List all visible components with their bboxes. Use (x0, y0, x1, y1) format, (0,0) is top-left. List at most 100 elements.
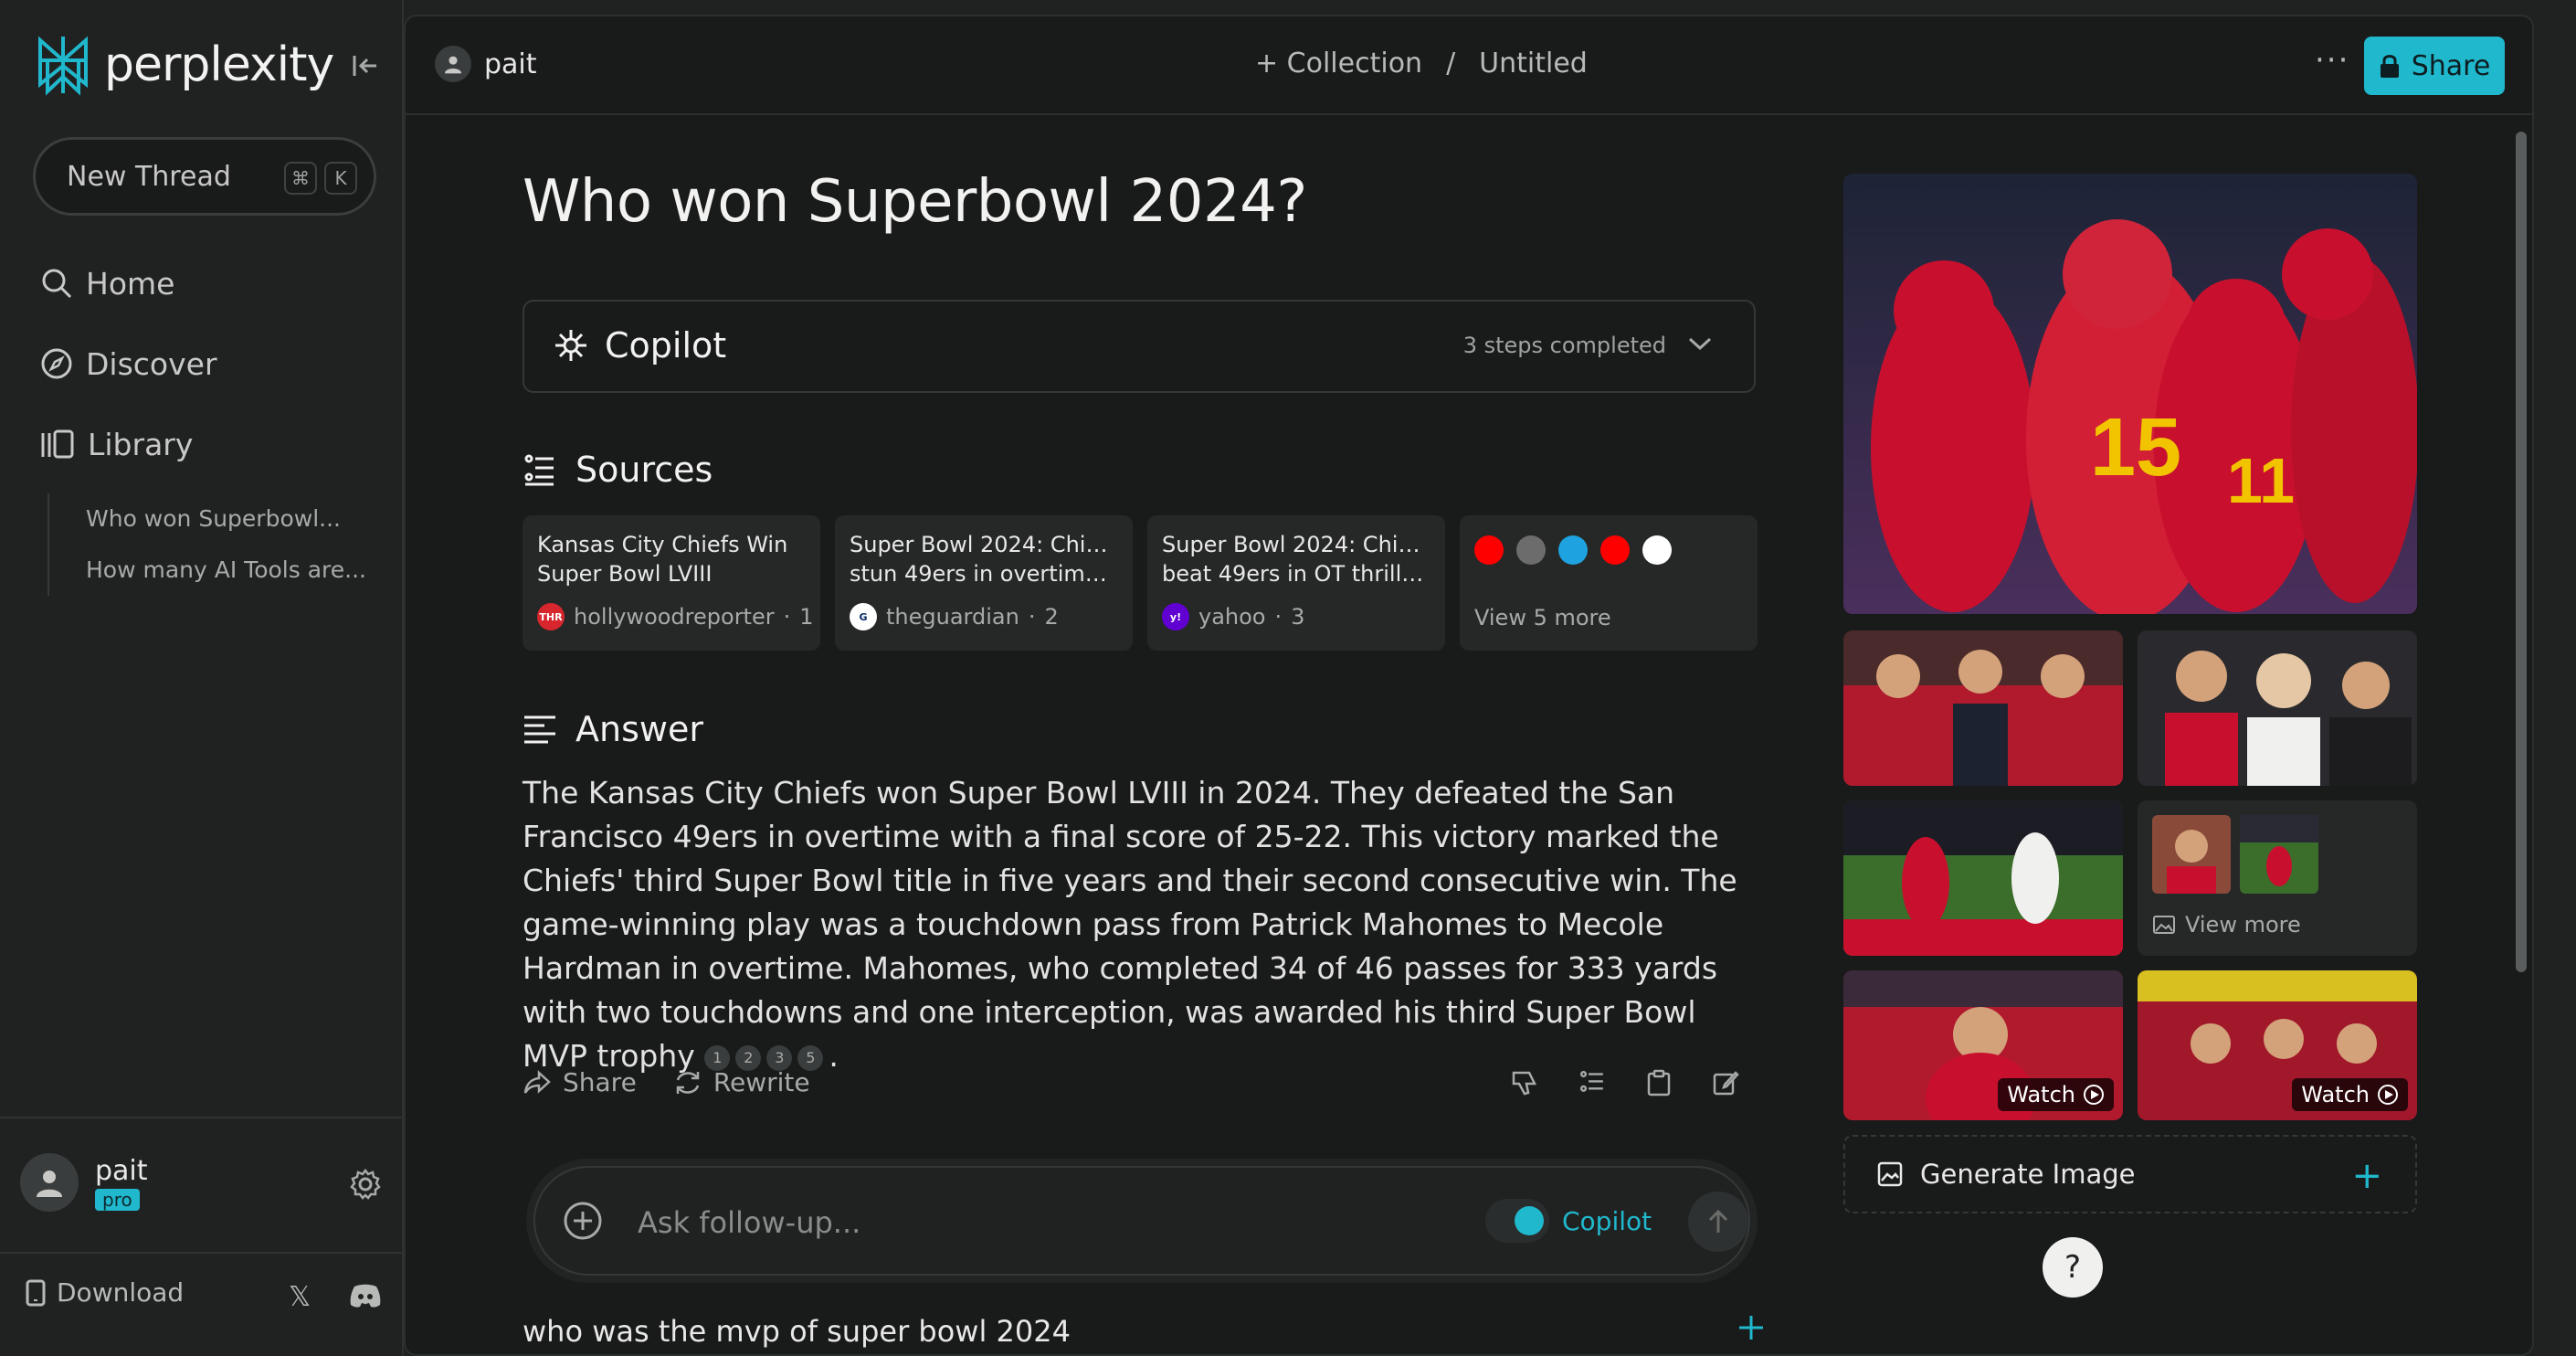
top-bar: pait + Collection / Untitled ··· Share (406, 16, 2532, 115)
copilot-toggle-switch[interactable] (1485, 1199, 1549, 1243)
copilot-panel[interactable]: Copilot 3 steps completed (523, 300, 1756, 393)
new-thread-label: New Thread (67, 160, 231, 193)
followup-input[interactable] (636, 1195, 1458, 1250)
library-icon (41, 429, 74, 459)
add-collection-button[interactable]: + Collection (1255, 48, 1422, 79)
x-twitter-icon[interactable]: 𝕏 (289, 1281, 311, 1313)
source-card[interactable]: Super Bowl 2024: Chiefs beat 49ers in OT… (1147, 515, 1445, 651)
sources-list-icon[interactable] (1578, 1069, 1606, 1096)
source-site: hollywoodreporter (574, 604, 775, 630)
sources-heading-label: Sources (575, 450, 713, 490)
help-button[interactable]: ? (2043, 1237, 2103, 1298)
source-favicon-row (1474, 535, 1743, 565)
phone-icon (26, 1279, 46, 1306)
download-link[interactable]: Download (26, 1277, 184, 1308)
thread-owner[interactable]: pait (435, 46, 537, 82)
share-arrow-icon (523, 1069, 551, 1094)
media-image[interactable] (1843, 630, 2123, 786)
logo-text: perplexity (104, 37, 334, 92)
answer-heading: Answer (523, 709, 703, 749)
field-photo (1843, 800, 2123, 956)
copilot-toggle[interactable]: Copilot (1485, 1199, 1652, 1243)
toggle-knob (1515, 1206, 1544, 1235)
source-favicon-icon (1516, 535, 1546, 565)
sources-icon (524, 454, 554, 486)
source-card[interactable]: Kansas City Chiefs Win Super Bowl LVIII … (523, 515, 820, 651)
sidebar-item-discover[interactable]: Discover (40, 336, 217, 391)
thumbnail-image (2152, 815, 2231, 894)
hollywoodreporter-favicon-icon: THR (537, 603, 565, 630)
compass-icon (41, 348, 72, 379)
discord-icon[interactable] (349, 1283, 382, 1308)
share-answer-label: Share (563, 1067, 637, 1097)
watch-button[interactable]: Watch (1998, 1078, 2114, 1111)
media-image-main[interactable]: 15 11 (1843, 174, 2417, 614)
settings-button[interactable] (349, 1168, 382, 1201)
share-button[interactable]: Share (2364, 37, 2505, 95)
edit-icon[interactable] (1712, 1069, 1739, 1096)
arrow-up-icon (1708, 1209, 1728, 1233)
plus-icon[interactable] (1737, 1314, 1765, 1341)
sidebar-divider (0, 1252, 404, 1254)
pro-badge: pro (95, 1188, 140, 1211)
library-thread-item[interactable]: Who won Superbowl... (86, 493, 366, 545)
question-title: Who won Superbowl 2024? (523, 168, 1307, 236)
clipboard-icon[interactable] (1646, 1069, 1672, 1096)
user-icon (444, 56, 462, 74)
source-card[interactable]: Super Bowl 2024: Chiefs stun 49ers in ov… (835, 515, 1133, 651)
source-title: beat 49ers in OT thriller... (1162, 561, 1431, 587)
main-panel: pait + Collection / Untitled ··· Share W… (404, 15, 2534, 1356)
media-image[interactable] (2138, 630, 2417, 786)
perplexity-logo-icon (38, 36, 88, 96)
sidebar-item-home[interactable]: Home (40, 256, 174, 311)
share-answer-button[interactable]: Share (523, 1067, 637, 1097)
view-more-images-tile[interactable]: View more (2138, 800, 2417, 956)
source-title: Super Bowl LVIII (537, 561, 713, 587)
collapse-sidebar-button[interactable] (347, 48, 384, 84)
user-profile[interactable]: pait pro (20, 1153, 148, 1212)
source-title: stun 49ers in overtime... (850, 561, 1118, 587)
thread-title[interactable]: Untitled (1479, 48, 1588, 79)
logo[interactable]: perplexity (35, 33, 334, 97)
play-icon (2084, 1085, 2104, 1105)
attach-plus-icon[interactable] (563, 1201, 603, 1241)
library-thread-item[interactable]: How many AI Tools are... (86, 545, 366, 596)
sparkle-icon (555, 330, 586, 361)
watch-button[interactable]: Watch (2292, 1078, 2408, 1111)
related-question-text: who was the mvp of super bowl 2024 (523, 1314, 1071, 1349)
source-index: 1 (799, 604, 814, 630)
more-options-button[interactable]: ··· (2315, 42, 2349, 79)
generate-image-icon (1877, 1161, 1903, 1187)
media-video[interactable]: Watch (2138, 970, 2417, 1120)
generate-image-label: Generate Image (1920, 1159, 2136, 1190)
user-name: pait (95, 1154, 148, 1187)
download-label: Download (57, 1277, 185, 1308)
related-question[interactable]: who was the mvp of super bowl 2024 (523, 1314, 1765, 1349)
chevron-down-icon[interactable] (1686, 334, 1714, 353)
media-video[interactable]: Watch (1843, 970, 2123, 1120)
copilot-label: Copilot (605, 325, 727, 365)
play-icon (2378, 1085, 2398, 1105)
new-thread-button[interactable]: New Thread ⌘ K (33, 137, 376, 216)
media-image[interactable] (1843, 800, 2123, 956)
followup-bar: Copilot (533, 1166, 1750, 1276)
copilot-toggle-label: Copilot (1562, 1205, 1652, 1236)
rewrite-button[interactable]: Rewrite (673, 1067, 810, 1097)
source-favicon-icon (1642, 535, 1672, 565)
source-dot: · (783, 604, 791, 630)
scrollbar[interactable] (2516, 132, 2527, 972)
source-index: 3 (1291, 604, 1305, 630)
source-title: Super Bowl 2024: Chiefs (850, 532, 1118, 557)
user-icon (37, 1171, 62, 1197)
source-site: theguardian (886, 604, 1019, 630)
generate-image-button[interactable]: Generate Image + (1843, 1135, 2417, 1213)
players-photo: 15 11 (1843, 174, 2417, 614)
breadcrumb-separator: / (1446, 48, 1456, 79)
sidebar-item-label: Library (88, 426, 194, 462)
sidebar-item-library[interactable]: Library (40, 417, 193, 471)
view-more-sources-card[interactable]: View 5 more (1460, 515, 1758, 651)
thumbs-down-icon[interactable] (1511, 1069, 1538, 1096)
trophy-photo (1843, 630, 2123, 786)
submit-button[interactable] (1688, 1192, 1748, 1252)
answer-text: The Kansas City Chiefs won Super Bowl LV… (523, 771, 1765, 1078)
